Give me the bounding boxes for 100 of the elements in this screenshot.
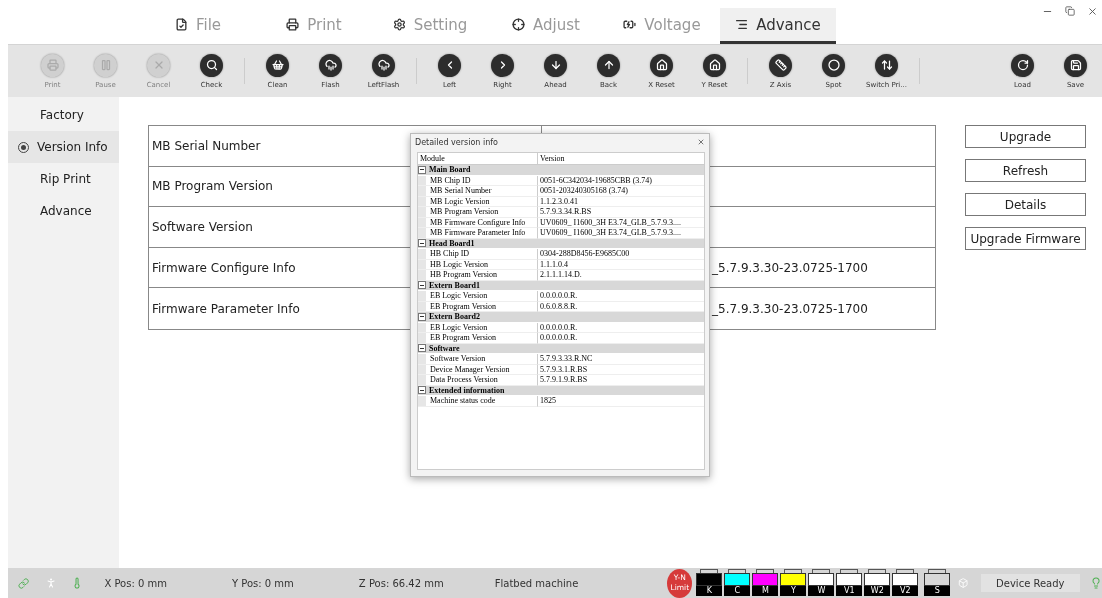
printer-icon <box>41 53 64 77</box>
tree-group-row[interactable]: Main Board <box>418 165 704 176</box>
table-cell: 0.0.0.0.0.R. <box>540 291 578 301</box>
ink-cartridge: K <box>696 569 723 597</box>
ink-cartridge: V1 <box>836 569 863 597</box>
x-position: X Pos: 0 mm <box>104 577 167 589</box>
reload-icon <box>1011 53 1034 77</box>
table-cell: EB Logic Version <box>430 291 488 301</box>
sidebar-item[interactable]: Advance <box>8 195 119 227</box>
collapse-icon[interactable] <box>418 281 426 290</box>
home-icon <box>650 53 673 77</box>
printer-icon <box>286 18 300 31</box>
rain-cloud-icon <box>372 53 395 77</box>
table-cell: Software Version <box>152 220 253 234</box>
search-icon <box>200 53 223 77</box>
action-button[interactable]: Upgrade Firmware <box>965 227 1086 250</box>
sidebar-item[interactable]: Version Info <box>8 131 119 163</box>
table-cell: Machine status code <box>430 396 496 406</box>
table-cell: MB Chip ID <box>430 175 471 185</box>
table-cell: MB Logic Version <box>430 196 490 206</box>
table-cell: HB Chip ID <box>430 249 470 259</box>
table-cell: Device Manager Version <box>430 364 510 374</box>
action-button[interactable]: Upgrade <box>965 125 1086 148</box>
close-icon[interactable] <box>697 138 705 146</box>
crosshair-icon <box>512 18 526 31</box>
table-cell: 1.1.2.3.0.41 <box>540 196 578 206</box>
table-cell: EB Program Version <box>430 301 497 311</box>
rain-cloud-icon <box>319 53 342 77</box>
settings-icon <box>392 18 406 31</box>
table-cell: 5.7.9.3.1.R.BS <box>540 364 588 374</box>
battery-icon <box>623 18 637 31</box>
bars-icon <box>735 18 749 31</box>
table-cell: UV0609_ I1600_3H E3.74_GLB_5.7.9.3.... <box>540 217 681 227</box>
tree-group-row[interactable]: Head Board1 <box>418 238 704 249</box>
collapse-icon[interactable] <box>418 312 426 321</box>
tree-group-row[interactable]: Software <box>418 343 704 354</box>
restore-icon[interactable] <box>1065 6 1075 16</box>
table-cell: 5.7.9.3.34.R.BS <box>540 207 592 217</box>
table-cell: _5.7.9.3.30-23.0725-1700 <box>712 301 868 316</box>
table-cell: Firmware Configure Info <box>152 260 296 275</box>
arrow-down-icon <box>544 53 567 77</box>
dialog-title: Detailed version info <box>415 137 498 147</box>
table-cell: 0.6.0.8.8.R. <box>540 301 578 311</box>
table-cell: MB Program Version <box>152 179 273 194</box>
status-text: Device Ready <box>980 574 1080 592</box>
collapse-icon[interactable] <box>418 239 426 248</box>
link-icon <box>18 576 30 590</box>
table-cell: 2.1.1.1.14.D. <box>540 270 582 280</box>
table-cell: 0051-203240305168 (3.74) <box>540 186 628 196</box>
lightbulb-icon <box>1089 576 1102 590</box>
tree-group-row[interactable]: Extern Board1 <box>418 280 704 291</box>
table-cell: MB Program Version <box>430 207 499 217</box>
collapse-icon[interactable] <box>418 165 426 174</box>
table-cell: EB Program Version <box>430 333 497 343</box>
ink-cartridge: C <box>724 569 751 597</box>
y-position: Y Pos: 0 mm <box>232 577 294 589</box>
tree-group-row[interactable]: Extern Board2 <box>418 312 704 323</box>
sidebar-item[interactable]: Rip Print <box>8 163 119 195</box>
table-cell: HB Program Version <box>430 270 497 280</box>
table-cell: 0.0.0.0.0.R. <box>540 322 578 332</box>
table-cell: Software Version <box>430 354 486 364</box>
table-cell: 5.7.9.3.33.R.NC <box>540 354 593 364</box>
home-icon <box>703 53 726 77</box>
table-cell: EB Logic Version <box>430 322 488 332</box>
table-cell: 1825 <box>540 396 556 406</box>
table-cell: Firmware Parameter Info <box>152 301 300 316</box>
save-icon <box>1064 53 1087 77</box>
ink-cartridge: W2 <box>864 569 891 597</box>
action-button[interactable]: Refresh <box>965 159 1086 182</box>
sidebar-item[interactable]: Factory <box>8 99 119 131</box>
table-cell: MB Firmware Configure Info <box>430 217 526 227</box>
table-cell: Data Process Version <box>430 375 498 385</box>
circle-icon <box>822 53 845 77</box>
arrow-up-icon <box>597 53 620 77</box>
chevron-left-icon <box>438 53 461 77</box>
ruler-icon <box>769 53 792 77</box>
collapse-icon[interactable] <box>418 344 426 353</box>
machine-type: Flatbed machine <box>494 577 579 589</box>
pause-icon <box>94 53 117 77</box>
table-cell: 0304-288D8456-E9685C00 <box>540 249 630 259</box>
cube-icon <box>958 577 969 589</box>
ink-cartridge: S <box>924 569 951 597</box>
menu-tab[interactable]: Advance <box>720 8 836 44</box>
table-cell: MB Serial Number <box>430 186 492 196</box>
table-cell: 0.0.0.0.0.R. <box>540 333 578 343</box>
action-button[interactable]: Details <box>965 193 1086 216</box>
basket-icon <box>266 53 289 77</box>
close-icon[interactable] <box>1087 6 1098 17</box>
table-cell: MB Serial Number <box>152 138 261 153</box>
table-cell: 5.7.9.1.9.R.BS <box>540 375 588 385</box>
table-cell: MB Firmware Parameter Info <box>430 228 526 238</box>
figure-icon <box>45 576 58 590</box>
collapse-icon[interactable] <box>418 386 426 395</box>
table-cell: 1.1.1.0.4 <box>540 259 568 269</box>
table-cell: HB Logic Version <box>430 259 489 269</box>
file-check-icon <box>174 18 188 31</box>
chevron-right-icon <box>491 53 514 77</box>
ink-cartridge: M <box>752 569 779 597</box>
table-cell: _5.7.9.3.30-23.0725-1700 <box>712 260 868 275</box>
tree-group-row[interactable]: Extended information <box>418 385 704 396</box>
